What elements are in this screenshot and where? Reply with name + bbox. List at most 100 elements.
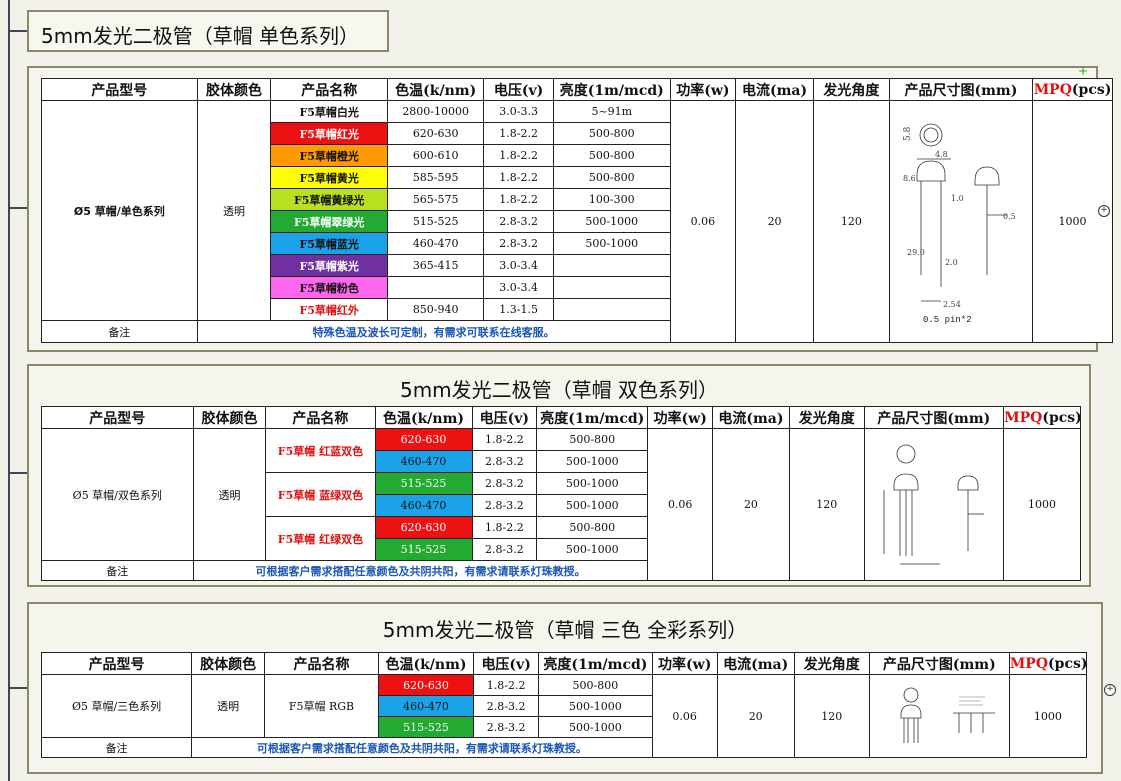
voltage-cell: 1.3-1.5 <box>483 298 554 321</box>
col-header-temp: 色温(k/nm) <box>377 652 475 675</box>
voltage-cell: 2.8-3.2 <box>483 210 554 233</box>
color-temp-cell: 565-575 <box>387 188 485 211</box>
col-header-current: 电流(ma) <box>716 652 795 675</box>
product-model-cell: Ø5 草帽/三色系列 <box>40 674 193 738</box>
table-row: Ø5 草帽/三色系列 透明 F5草帽 RGB 620-630 1.8-2.2 500-80… <box>40 674 1088 758</box>
col-header-mpq: MPQ(pcs) <box>1032 78 1113 101</box>
col-header-color: 胶体颜色 <box>191 652 266 675</box>
col-header-angle: 发光角度 <box>793 652 870 675</box>
voltage-cell: 1.8-2.2 <box>483 166 554 189</box>
product-name-cell: F5草帽黄光 <box>270 166 389 189</box>
color-temp-cell: 620-630 <box>377 674 475 696</box>
brightness-cell: 500-1000 <box>552 232 671 255</box>
brightness-cell: 500-800 <box>536 516 649 539</box>
col-header-model: 产品型号 <box>41 78 198 101</box>
col-header-dim: 产品尺寸图(mm) <box>888 78 1034 101</box>
product-name-cell: F5草帽红外 <box>270 298 389 321</box>
brightness-cell: 500-800 <box>552 144 671 167</box>
panel-tri-color[interactable]: 5mm发光二极管（草帽 三色 全彩系列） 产品型号 胶体颜色 产品名称 色温(k… <box>27 602 1103 774</box>
dimension-drawing: 5.8 4.8 8.6 1.0 29.0 2.0 2.54 0.5 0.5 pi… <box>903 123 1016 325</box>
col-header-current: 电流(ma) <box>712 406 790 429</box>
col-header-bright: 亮度(1m/mcd) <box>536 406 649 429</box>
voltage-cell: 2.8-3.2 <box>473 695 540 717</box>
voltage-cell: 1.8-2.2 <box>471 516 538 539</box>
brightness-cell: 500-1000 <box>538 695 653 717</box>
dim-label-p: 2.54 <box>943 300 961 309</box>
table-row: Ø5 草帽/单色系列 透明 F5草帽白光 2800-10000 3.0-3.3 5~91m… <box>41 100 1113 343</box>
dimension-drawing-cell: 5.8 4.8 8.6 1.0 29.0 2.0 2.54 0.5 0.5 pi… <box>888 100 1034 343</box>
brightness-cell <box>552 254 671 277</box>
col-header-color: 胶体颜色 <box>196 78 272 101</box>
product-model-cell: Ø5 草帽/单色系列 <box>41 100 198 321</box>
product-model-cell: Ø5 草帽/双色系列 <box>41 428 194 561</box>
panel-dual-color[interactable]: 5mm发光二极管（草帽 双色系列） 产品型号 胶体颜色 产品名称 色温(k/nm… <box>27 364 1091 587</box>
spec-table-single: 产品型号 胶体颜色 产品名称 色温(k/nm) 电压(v) 亮度(1m/mcd)… <box>41 78 1113 343</box>
color-temp-cell: 460-470 <box>377 695 475 717</box>
panel-single-color[interactable]: + 产品型号 胶体颜色 产品名称 色温(k/nm) 电压(v) 亮度(1m/mc… <box>27 64 1113 352</box>
color-temp-cell <box>387 276 485 299</box>
color-temp-cell: 460-470 <box>374 494 473 517</box>
spec-table-tri: 产品型号 胶体颜色 产品名称 色温(k/nm) 电压(v) 亮度(1m/mcd)… <box>40 652 1088 758</box>
expand-icon[interactable]: + <box>1098 205 1110 217</box>
table-row: Ø5 草帽/双色系列 透明 F5草帽 红蓝双色 620-630 1.8-2.2 500-8… <box>41 428 1081 581</box>
expand-icon[interactable]: + <box>1104 684 1116 696</box>
color-temp-cell: 850-940 <box>387 298 485 321</box>
product-name-cell: F5草帽紫光 <box>270 254 389 277</box>
panel-title: 5mm发光二极管（草帽 双色系列） <box>399 378 719 402</box>
col-header-current: 电流(ma) <box>735 78 814 101</box>
col-header-angle: 发光角度 <box>812 78 890 101</box>
brightness-cell: 500-1000 <box>552 210 671 233</box>
col-header-bright: 亮度(1m/mcd) <box>538 652 653 675</box>
col-header-color: 胶体颜色 <box>192 406 267 429</box>
voltage-cell: 2.8-3.2 <box>471 538 538 561</box>
dim-label-side: 0.5 <box>1003 212 1016 221</box>
col-header-power: 功率(w) <box>647 406 714 429</box>
col-header-mpq: MPQ(pcs) <box>1008 652 1088 675</box>
spec-table-dual: 产品型号 胶体颜色 产品名称 色温(k/nm) 电压(v) 亮度(1m/mcd)… <box>41 406 1081 581</box>
dim-label-w: 4.8 <box>935 150 948 159</box>
product-name-cell: F5草帽白光 <box>270 100 389 123</box>
angle-cell: 120 <box>812 100 890 343</box>
dimension-drawing-cell <box>868 674 1010 758</box>
mpq-cell: 1000 <box>1008 674 1088 758</box>
note-text-cell: 特殊色温及波长可定制，有需求可联系在线客服。 <box>196 320 671 343</box>
voltage-cell: 1.8-2.2 <box>471 428 538 451</box>
col-header-model: 产品型号 <box>41 406 194 429</box>
angle-cell: 120 <box>793 674 870 758</box>
dim-label-l: 29.0 <box>907 248 925 257</box>
col-header-volt: 电压(v) <box>473 652 540 675</box>
current-cell: 20 <box>735 100 814 343</box>
color-temp-cell: 365-415 <box>387 254 485 277</box>
voltage-cell: 2.8-3.2 <box>471 450 538 473</box>
col-header-dim: 产品尺寸图(mm) <box>863 406 1005 429</box>
color-temp-cell: 620-630 <box>387 122 485 145</box>
brightness-cell: 500-800 <box>536 428 649 451</box>
brightness-cell: 5~91m <box>552 100 671 123</box>
brightness-cell: 500-1000 <box>538 716 653 738</box>
power-cell: 0.06 <box>651 674 718 758</box>
brightness-cell: 500-1000 <box>536 472 649 495</box>
product-name-cell: F5草帽黄绿光 <box>270 188 389 211</box>
note-label-cell: 备注 <box>41 320 198 343</box>
brightness-cell <box>552 298 671 321</box>
note-text-cell: 可根据客户需求搭配任意颜色及共阴共阳，有需求请联系灯珠教授。 <box>192 560 649 581</box>
product-name-cell: F5草帽红光 <box>270 122 389 145</box>
header-node[interactable]: 5mm发光二极管（草帽 单色系列） <box>27 10 389 52</box>
brightness-cell: 100-300 <box>552 188 671 211</box>
tree-branch-panel1 <box>8 207 28 209</box>
header-title: 5mm发光二极管（草帽 单色系列） <box>41 24 360 48</box>
color-temp-cell: 515-525 <box>377 716 475 738</box>
voltage-cell: 2.8-3.2 <box>473 716 540 738</box>
voltage-cell: 1.8-2.2 <box>473 674 540 696</box>
note-label-cell: 备注 <box>41 560 194 581</box>
col-header-model: 产品型号 <box>40 652 193 675</box>
color-temp-cell: 600-610 <box>387 144 485 167</box>
voltage-cell: 2.8-3.2 <box>471 494 538 517</box>
dim-label-s: 1.0 <box>951 194 964 203</box>
voltage-cell: 1.8-2.2 <box>483 188 554 211</box>
col-header-name: 产品名称 <box>264 652 379 675</box>
col-header-power: 功率(w) <box>651 652 718 675</box>
color-temp-cell: 2800-10000 <box>387 100 485 123</box>
col-header-temp: 色温(k/nm) <box>387 78 485 101</box>
mpq-cell: 1000 <box>1003 428 1081 581</box>
